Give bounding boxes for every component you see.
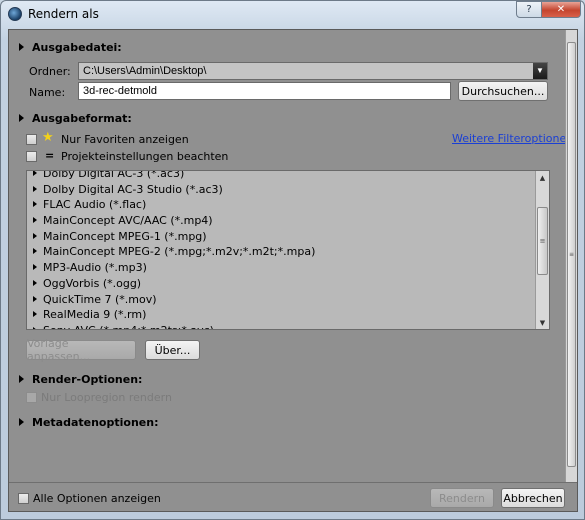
- expand-triangle-icon: [19, 114, 24, 122]
- format-list[interactable]: Dolby Digital AC-3 (*.ac3) Dolby Digital …: [26, 170, 550, 330]
- section-ausgabeformat[interactable]: Ausgabeformat:: [19, 112, 132, 125]
- format-list-items: Dolby Digital AC-3 (*.ac3) Dolby Digital …: [27, 170, 535, 329]
- name-label: Name:: [29, 86, 66, 99]
- format-list-item[interactable]: OggVorbis (*.ogg): [27, 276, 535, 292]
- favorites-label: Nur Favoriten anzeigen: [61, 133, 189, 146]
- expand-triangle-icon: [33, 201, 37, 208]
- expand-triangle-icon: [19, 375, 24, 383]
- close-button[interactable]: ✕: [541, 1, 581, 18]
- expand-triangle-icon: [19, 418, 24, 426]
- filter-options-link[interactable]: Weitere Filteroptionen: [452, 132, 573, 145]
- format-list-item-label: OggVorbis (*.ogg): [43, 276, 142, 290]
- format-list-item[interactable]: MainConcept MPEG-1 (*.mpg): [27, 229, 535, 245]
- format-list-item-label: MP3-Audio (*.mp3): [43, 261, 147, 275]
- section-ausgabedatei[interactable]: Ausgabedatei:: [19, 41, 122, 54]
- format-list-item-label: QuickTime 7 (*.mov): [43, 292, 157, 306]
- format-list-item-label: Dolby Digital AC-3 Studio (*.ac3): [43, 182, 223, 196]
- all-options-checkbox[interactable]: [18, 493, 29, 504]
- customize-template-button[interactable]: Vorlage anpassen...: [26, 337, 136, 363]
- expand-triangle-icon: [33, 326, 37, 329]
- section-render-optionen[interactable]: Render-Optionen:: [19, 373, 142, 386]
- format-list-item[interactable]: Dolby Digital AC-3 (*.ac3): [27, 170, 535, 182]
- equals-icon: =: [45, 149, 55, 162]
- ordner-value: C:\Users\Admin\Desktop\: [83, 65, 207, 77]
- ordner-label: Ordner:: [29, 65, 71, 78]
- expand-triangle-icon: [33, 264, 37, 271]
- expand-triangle-icon: [33, 248, 37, 255]
- render-button[interactable]: Rendern: [430, 488, 494, 508]
- format-list-item-label: MainConcept AVC/AAC (*.mp4): [43, 214, 213, 228]
- expand-triangle-icon: [33, 295, 37, 302]
- section-ausgabedatei-heading: Ausgabedatei:: [32, 41, 122, 54]
- about-button[interactable]: Über...: [145, 340, 200, 360]
- loop-region-label: Nur Loopregion rendern: [41, 391, 172, 404]
- scroll-down-icon[interactable]: ▼: [536, 316, 549, 329]
- format-list-item[interactable]: RealMedia 9 (*.rm): [27, 307, 535, 323]
- format-list-item-label: RealMedia 9 (*.rm): [43, 308, 147, 322]
- format-list-item-label: Dolby Digital AC-3 (*.ac3): [43, 170, 185, 180]
- ordner-combobox[interactable]: C:\Users\Admin\Desktop\ ▼: [78, 62, 548, 80]
- loop-region-checkbox[interactable]: [26, 392, 37, 403]
- section-render-optionen-heading: Render-Optionen:: [32, 373, 143, 386]
- format-list-item[interactable]: QuickTime 7 (*.mov): [27, 292, 535, 308]
- section-ausgabeformat-heading: Ausgabeformat:: [32, 112, 132, 125]
- all-options-label: Alle Optionen anzeigen: [33, 492, 161, 505]
- expand-triangle-icon: [33, 232, 37, 239]
- format-list-item[interactable]: MP3-Audio (*.mp3): [27, 260, 535, 276]
- format-list-item-label: MainConcept MPEG-2 (*.mpg;*.m2v;*.m2t;*.…: [43, 245, 316, 259]
- expand-triangle-icon: [33, 311, 37, 318]
- format-list-item-label: Sony AVC (*.mp4;*.m2ts;*.avc): [43, 324, 214, 329]
- footer-divider: [9, 482, 577, 483]
- expand-triangle-icon: [19, 43, 24, 51]
- format-list-item[interactable]: MainConcept MPEG-2 (*.mpg;*.m2v;*.m2t;*.…: [27, 244, 535, 260]
- favorites-checkbox[interactable]: [26, 134, 37, 145]
- help-button[interactable]: ?: [516, 1, 542, 18]
- format-list-scrollbar[interactable]: ▲ ≡ ▼: [535, 171, 549, 329]
- format-list-item[interactable]: MainConcept AVC/AAC (*.mp4): [27, 213, 535, 229]
- browse-button[interactable]: Durchsuchen...: [458, 81, 548, 101]
- render-dialog-window: Rendern als ? ✕ Ausgabedatei: Ordner: C:…: [0, 0, 585, 520]
- expand-triangle-icon: [33, 279, 37, 286]
- project-settings-checkbox[interactable]: [26, 151, 37, 162]
- project-settings-label: Projekteinstellungen beachten: [61, 150, 229, 163]
- format-list-item[interactable]: Sony AVC (*.mp4;*.m2ts;*.avc): [27, 323, 535, 329]
- name-input[interactable]: 3d-rec-detmold: [78, 82, 451, 100]
- format-list-item-label: FLAC Audio (*.flac): [43, 198, 147, 212]
- window-title: Rendern als: [28, 7, 99, 21]
- dialog-scrollbar[interactable]: ≡: [565, 30, 577, 482]
- expand-triangle-icon: [33, 171, 37, 176]
- star-icon: ★: [42, 130, 54, 145]
- cancel-button[interactable]: Abbrechen: [501, 488, 565, 508]
- scroll-up-icon[interactable]: ▲: [536, 171, 549, 184]
- section-metadaten-heading: Metadatenoptionen:: [32, 416, 159, 429]
- format-list-item[interactable]: FLAC Audio (*.flac): [27, 197, 535, 213]
- scroll-thumb[interactable]: ≡: [537, 207, 548, 275]
- expand-triangle-icon: [33, 185, 37, 192]
- format-list-item-label: MainConcept MPEG-1 (*.mpg): [43, 229, 207, 243]
- format-list-item[interactable]: Dolby Digital AC-3 Studio (*.ac3): [27, 182, 535, 198]
- title-bar: Rendern als ? ✕: [1, 1, 584, 27]
- dialog-scroll-thumb[interactable]: ≡: [567, 42, 576, 467]
- chevron-down-icon[interactable]: ▼: [533, 63, 547, 79]
- expand-triangle-icon: [33, 217, 37, 224]
- dialog-content: Ausgabedatei: Ordner: C:\Users\Admin\Des…: [8, 29, 578, 512]
- app-logo-icon: [8, 7, 22, 21]
- section-metadaten[interactable]: Metadatenoptionen:: [19, 416, 158, 429]
